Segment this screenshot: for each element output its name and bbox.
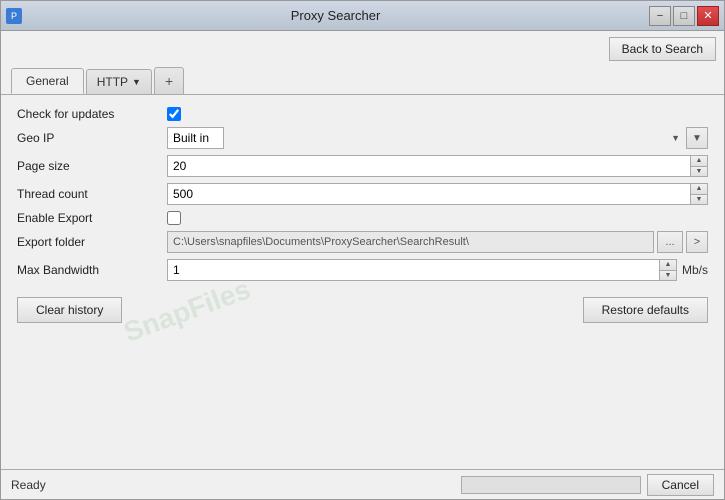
export-folder-input[interactable]: [167, 231, 654, 253]
check-for-updates-label: Check for updates: [17, 107, 157, 121]
check-for-updates-row: [167, 107, 708, 121]
title-bar: P Proxy Searcher − □ ✕: [1, 1, 724, 31]
minimize-button[interactable]: −: [649, 6, 671, 26]
bandwidth-up-button[interactable]: ▲: [660, 260, 676, 271]
bottom-buttons: Clear history Restore defaults: [17, 297, 708, 323]
page-size-label: Page size: [17, 159, 157, 173]
bandwidth-down-button[interactable]: ▼: [660, 271, 676, 281]
status-bar: Ready Cancel: [1, 469, 724, 499]
thread-count-down-button[interactable]: ▼: [691, 195, 707, 205]
content-area: SnapFiles Check for updates Geo IP Built…: [1, 95, 724, 469]
thread-count-row: ▲ ▼: [167, 183, 708, 205]
export-folder-label: Export folder: [17, 235, 157, 249]
page-size-down-button[interactable]: ▼: [691, 167, 707, 177]
enable-export-row: [167, 211, 708, 225]
page-size-spinner: ▲ ▼: [690, 155, 708, 177]
thread-count-label: Thread count: [17, 187, 157, 201]
export-arrow-button[interactable]: >: [686, 231, 708, 253]
close-button[interactable]: ✕: [697, 6, 719, 26]
geo-ip-select[interactable]: Built in External None: [167, 127, 224, 149]
bandwidth-spinner-group: ▲ ▼: [167, 259, 677, 281]
check-for-updates-checkbox[interactable]: [167, 107, 181, 121]
tab-add[interactable]: +: [154, 67, 184, 94]
max-bandwidth-row: ▲ ▼ Mb/s: [167, 259, 708, 281]
thread-count-up-button[interactable]: ▲: [691, 184, 707, 195]
maximize-button[interactable]: □: [673, 6, 695, 26]
tab-http[interactable]: HTTP ▼: [86, 69, 152, 94]
geo-ip-dropdown-button[interactable]: ▼: [686, 127, 708, 149]
export-folder-row: ... >: [167, 231, 708, 253]
tab-general[interactable]: General: [11, 68, 84, 94]
mb-s-label: Mb/s: [682, 263, 708, 277]
main-window: P Proxy Searcher − □ ✕ Back to Search Ge…: [0, 0, 725, 500]
restore-defaults-button[interactable]: Restore defaults: [583, 297, 708, 323]
geo-ip-row: Built in External None ▼ ▼: [167, 127, 708, 149]
bandwidth-spinner: ▲ ▼: [659, 259, 677, 281]
status-text: Ready: [11, 478, 46, 492]
browse-button[interactable]: ...: [657, 231, 683, 253]
max-bandwidth-label: Max Bandwidth: [17, 263, 157, 277]
geo-ip-select-wrapper: Built in External None ▼: [167, 127, 684, 149]
page-size-input[interactable]: [167, 155, 690, 177]
toolbar: Back to Search: [1, 31, 724, 67]
tabs-row: General HTTP ▼ +: [1, 67, 724, 95]
page-size-row: ▲ ▼: [167, 155, 708, 177]
app-icon: P: [6, 8, 22, 24]
cancel-button[interactable]: Cancel: [647, 474, 714, 496]
status-right: Cancel: [461, 474, 714, 496]
page-size-up-button[interactable]: ▲: [691, 156, 707, 167]
enable-export-label: Enable Export: [17, 211, 157, 225]
clear-history-button[interactable]: Clear history: [17, 297, 122, 323]
max-bandwidth-input[interactable]: [167, 259, 659, 281]
window-title: Proxy Searcher: [22, 8, 649, 23]
title-controls: − □ ✕: [649, 6, 719, 26]
enable-export-checkbox[interactable]: [167, 211, 181, 225]
chevron-down-icon: ▼: [132, 77, 141, 87]
thread-count-input[interactable]: [167, 183, 690, 205]
settings-form: Check for updates Geo IP Built in Extern…: [17, 107, 708, 281]
thread-count-spinner: ▲ ▼: [690, 183, 708, 205]
progress-bar: [461, 476, 641, 494]
geo-ip-arrow-icon: ▼: [671, 133, 680, 143]
geo-ip-label: Geo IP: [17, 131, 157, 145]
back-to-search-button[interactable]: Back to Search: [609, 37, 716, 61]
